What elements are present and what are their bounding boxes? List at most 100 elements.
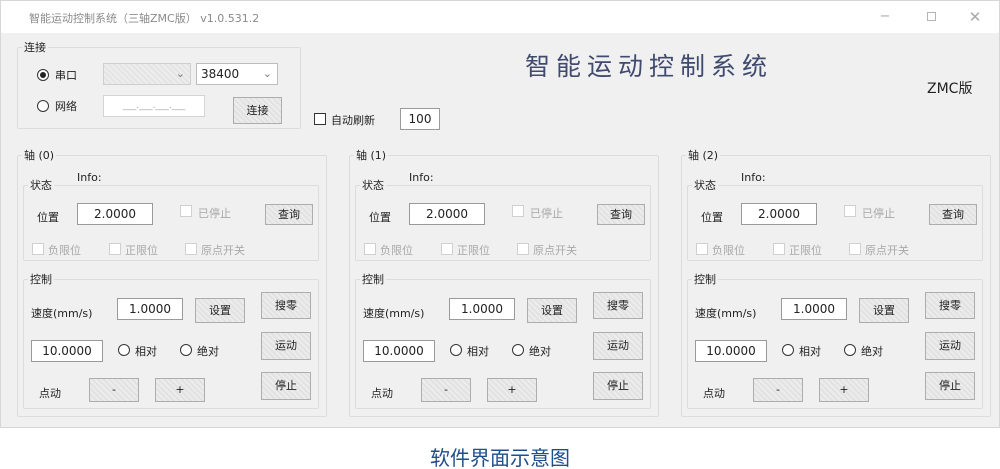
- move-button[interactable]: 运动: [593, 332, 643, 360]
- ip-address-field[interactable]: ___.___.___.___: [103, 95, 205, 117]
- version-label: ZMC版: [927, 81, 973, 97]
- position-value: 2.0000: [409, 203, 485, 225]
- search-zero-button[interactable]: 搜零: [925, 292, 975, 319]
- auto-refresh-checkbox[interactable]: [314, 113, 326, 125]
- absolute-label: 绝对: [861, 345, 883, 358]
- jog-minus-button[interactable]: -: [89, 378, 139, 402]
- port-select[interactable]: ⌄: [103, 63, 191, 85]
- home-switch-checkbox: [185, 243, 197, 255]
- window-title: 智能运动控制系统（三轴ZMC版） v1.0.531.2: [29, 12, 260, 25]
- axis-panel: 轴 (2) Info: 状态 位置 2.0000 已停止 查询 负限位 正限位 …: [681, 147, 991, 417]
- control-group-label: 控制: [694, 273, 716, 286]
- distance-input[interactable]: 10.0000: [363, 340, 435, 362]
- pos-limit-checkbox: [441, 243, 453, 255]
- app-window: 智能运动控制系统（三轴ZMC版） v1.0.531.2 − ✕ 连接 串口 ⌄ …: [0, 0, 1000, 428]
- stopped-label: 已停止: [530, 207, 563, 220]
- neg-limit-label: 负限位: [712, 244, 745, 257]
- move-button[interactable]: 运动: [925, 332, 975, 360]
- neg-limit-checkbox: [696, 243, 708, 255]
- maximize-icon: [926, 12, 936, 21]
- set-speed-button[interactable]: 设置: [195, 298, 245, 323]
- connect-button[interactable]: 连接: [233, 97, 282, 124]
- position-label: 位置: [369, 211, 391, 224]
- speed-input[interactable]: 1.0000: [781, 298, 847, 320]
- stopped-checkbox: [180, 205, 192, 217]
- axis-group-label: 轴 (1): [356, 149, 387, 162]
- maximize-button[interactable]: [913, 7, 949, 27]
- search-zero-button[interactable]: 搜零: [593, 292, 643, 319]
- stop-button[interactable]: 停止: [593, 372, 643, 400]
- axis-panel: 轴 (1) Info: 状态 位置 2.0000 已停止 查询 负限位 正限位 …: [349, 147, 659, 417]
- speed-input[interactable]: 1.0000: [117, 298, 183, 320]
- jog-minus-button[interactable]: -: [753, 378, 803, 402]
- figure-caption: 软件界面示意图: [430, 446, 570, 469]
- pos-limit-checkbox: [773, 243, 785, 255]
- relative-label: 相对: [135, 345, 157, 358]
- stopped-checkbox: [512, 205, 524, 217]
- pos-limit-label: 正限位: [789, 244, 822, 257]
- search-zero-button[interactable]: 搜零: [261, 292, 311, 319]
- absolute-label: 绝对: [529, 345, 551, 358]
- relative-radio[interactable]: [782, 344, 794, 356]
- chevron-down-icon: ⌄: [262, 67, 272, 80]
- jog-label: 点动: [39, 387, 61, 400]
- axis-group-label: 轴 (2): [688, 149, 719, 162]
- home-switch-label: 原点开关: [865, 244, 909, 257]
- chevron-down-icon: ⌄: [175, 67, 185, 80]
- jog-plus-button[interactable]: +: [487, 378, 537, 402]
- stopped-checkbox: [844, 205, 856, 217]
- query-button[interactable]: 查询: [597, 204, 645, 225]
- position-label: 位置: [701, 211, 723, 224]
- absolute-radio[interactable]: [180, 344, 192, 356]
- connection-group-label: 连接: [24, 41, 46, 54]
- status-group-label: 状态: [694, 179, 716, 192]
- query-button[interactable]: 查询: [265, 204, 313, 225]
- neg-limit-label: 负限位: [380, 244, 413, 257]
- neg-limit-checkbox: [364, 243, 376, 255]
- speed-label: 速度(mm/s): [695, 307, 757, 320]
- speed-input[interactable]: 1.0000: [449, 298, 515, 320]
- relative-radio[interactable]: [118, 344, 130, 356]
- title-bar: 智能运动控制系统（三轴ZMC版） v1.0.531.2 − ✕: [1, 1, 999, 33]
- set-speed-button[interactable]: 设置: [527, 298, 577, 323]
- distance-input[interactable]: 10.0000: [31, 340, 103, 362]
- relative-label: 相对: [467, 345, 489, 358]
- move-button[interactable]: 运动: [261, 332, 311, 360]
- baud-select[interactable]: 38400 ⌄: [196, 63, 278, 85]
- jog-plus-button[interactable]: +: [819, 378, 869, 402]
- distance-input[interactable]: 10.0000: [695, 340, 767, 362]
- neg-limit-checkbox: [32, 243, 44, 255]
- axis-group-label: 轴 (0): [24, 149, 55, 162]
- query-button[interactable]: 查询: [929, 204, 977, 225]
- absolute-radio[interactable]: [512, 344, 524, 356]
- jog-label: 点动: [371, 387, 393, 400]
- stopped-label: 已停止: [198, 207, 231, 220]
- close-button[interactable]: ✕: [957, 7, 993, 27]
- neg-limit-label: 负限位: [48, 244, 81, 257]
- jog-label: 点动: [703, 387, 725, 400]
- network-label: 网络: [55, 100, 77, 113]
- jog-minus-button[interactable]: -: [421, 378, 471, 402]
- home-switch-checkbox: [849, 243, 861, 255]
- control-group-label: 控制: [362, 273, 384, 286]
- page-title: 智能运动控制系统: [525, 52, 774, 81]
- stop-button[interactable]: 停止: [261, 372, 311, 400]
- stop-button[interactable]: 停止: [925, 372, 975, 400]
- set-speed-button[interactable]: 设置: [859, 298, 909, 323]
- stopped-label: 已停止: [862, 207, 895, 220]
- baud-value: 38400: [201, 67, 240, 81]
- absolute-label: 绝对: [197, 345, 219, 358]
- pos-limit-label: 正限位: [457, 244, 490, 257]
- minimize-button[interactable]: −: [867, 7, 903, 27]
- axis-panel: 轴 (0) Info: 状态 位置 2.0000 已停止 查询 负限位 正限位 …: [17, 147, 327, 417]
- refresh-interval-input[interactable]: 100: [400, 108, 440, 130]
- auto-refresh-label: 自动刷新: [331, 114, 375, 127]
- control-group-label: 控制: [30, 273, 52, 286]
- relative-radio[interactable]: [450, 344, 462, 356]
- pos-limit-checkbox: [109, 243, 121, 255]
- serial-radio[interactable]: [37, 69, 49, 81]
- network-radio[interactable]: [37, 100, 49, 112]
- jog-plus-button[interactable]: +: [155, 378, 205, 402]
- pos-limit-label: 正限位: [125, 244, 158, 257]
- absolute-radio[interactable]: [844, 344, 856, 356]
